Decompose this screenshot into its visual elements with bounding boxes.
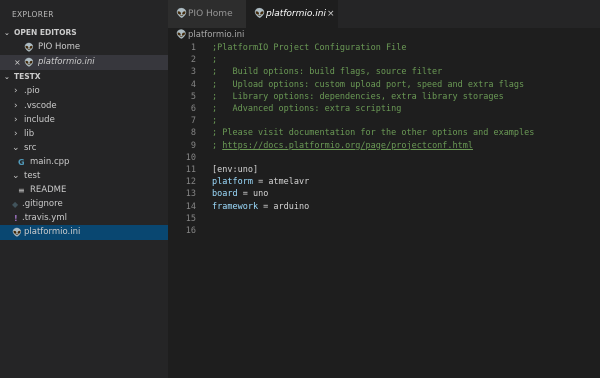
tree-item-test[interactable]: ⌄ test bbox=[0, 169, 168, 184]
line-number: 10 bbox=[185, 152, 196, 163]
config-value: atmelavr bbox=[268, 177, 310, 188]
chevron-right-icon: › bbox=[14, 129, 18, 139]
code-line: ; Library options: dependencies, extra l… bbox=[212, 91, 504, 102]
code-line: ; Advanced options: extra scripting bbox=[212, 104, 402, 114]
tree-item-lib[interactable]: › lib bbox=[0, 127, 168, 142]
line-number: 5 bbox=[190, 91, 196, 102]
tree-item-pio[interactable]: › .pio bbox=[0, 84, 168, 99]
open-editor-pio-home[interactable]: 👽 PIO Home bbox=[0, 40, 168, 55]
platformio-icon: 👽 bbox=[24, 58, 34, 67]
tree-item-readme[interactable]: ≡ README bbox=[0, 183, 168, 198]
tree-item-vscode[interactable]: › .vscode bbox=[0, 99, 168, 114]
readme-file-icon: ≡ bbox=[18, 186, 25, 195]
open-editors-header[interactable]: ⌄ OPEN EDITORS bbox=[0, 27, 168, 39]
platformio-icon: 👽 bbox=[12, 228, 22, 237]
chevron-down-icon: ⌄ bbox=[4, 73, 10, 81]
editor-tab-bar: 👽 PIO Home 👽 platformio.ini × bbox=[168, 0, 600, 28]
code-line: ; Build options: build flags, source fil… bbox=[212, 67, 443, 78]
chevron-right-icon: › bbox=[14, 101, 18, 111]
platformio-icon: 👽 bbox=[24, 43, 34, 52]
yml-file-icon: ! bbox=[14, 214, 18, 223]
line-number: 7 bbox=[190, 116, 196, 127]
tab-pio-home[interactable]: 👽 PIO Home bbox=[168, 0, 246, 28]
close-icon[interactable]: × bbox=[327, 0, 335, 28]
code-line: ; Please visit documentation for the oth… bbox=[212, 128, 535, 139]
platformio-icon: 👽 bbox=[176, 9, 188, 19]
code-line: ; Upload options: custom upload port, sp… bbox=[212, 79, 525, 90]
line-number: 14 bbox=[185, 201, 196, 212]
code-editor[interactable]: 1 2 3 4 5 6 7 8 9 10 11 12 13 14 15 16 ;… bbox=[168, 42, 600, 378]
tree-item-travis-yml[interactable]: ! .travis.yml bbox=[0, 211, 168, 226]
config-value: arduino bbox=[273, 201, 310, 212]
line-number: 1 bbox=[190, 43, 196, 53]
config-key: platform bbox=[212, 177, 253, 188]
close-icon[interactable]: × bbox=[14, 55, 21, 70]
code-line: ; bbox=[212, 55, 218, 66]
project-header[interactable]: ⌄ TESTX bbox=[0, 71, 168, 83]
code-line: ; bbox=[212, 116, 218, 127]
docs-link[interactable]: https://docs.platformio.org/page/project… bbox=[222, 141, 473, 151]
code-line: ;PlatformIO Project Configuration File bbox=[212, 43, 407, 53]
line-number: 9 bbox=[190, 140, 196, 151]
chevron-right-icon: › bbox=[14, 86, 18, 96]
breadcrumb[interactable]: 👽 platformio.ini bbox=[168, 28, 600, 42]
tree-item-include[interactable]: › include bbox=[0, 113, 168, 128]
line-number: 3 bbox=[190, 67, 196, 78]
tree-item-main-cpp[interactable]: G main.cpp bbox=[0, 155, 168, 170]
code-line: framework = arduino bbox=[212, 201, 310, 212]
section-header: [env:uno] bbox=[212, 165, 259, 175]
tab-platformio-ini[interactable]: 👽 platformio.ini × bbox=[246, 0, 338, 28]
config-key: board bbox=[212, 189, 238, 200]
line-number: 15 bbox=[185, 213, 196, 224]
git-file-icon: ◆ bbox=[12, 200, 19, 209]
open-editor-platformio-ini[interactable]: × 👽 platformio.ini bbox=[0, 55, 168, 70]
explorer-sidebar: EXPLORER ⌄ OPEN EDITORS 👽 PIO Home × 👽 p… bbox=[0, 0, 168, 378]
line-number: 8 bbox=[190, 128, 196, 139]
code-line: ; https://docs.platformio.org/page/proje… bbox=[212, 140, 473, 152]
line-number: 4 bbox=[190, 79, 196, 90]
config-value: uno bbox=[252, 189, 269, 200]
config-key: framework bbox=[212, 201, 259, 212]
tree-item-src[interactable]: ⌄ src bbox=[0, 141, 168, 156]
tree-item-platformio-ini[interactable]: 👽 platformio.ini bbox=[0, 225, 168, 240]
explorer-title: EXPLORER bbox=[12, 10, 54, 19]
code-line: platform = atmelavr bbox=[212, 177, 310, 188]
platformio-icon: 👽 bbox=[254, 9, 266, 19]
chevron-right-icon: › bbox=[14, 115, 18, 125]
chevron-down-icon: ⌄ bbox=[12, 171, 20, 181]
chevron-down-icon: ⌄ bbox=[12, 143, 20, 153]
code-line: board = uno bbox=[212, 189, 269, 200]
line-number: 16 bbox=[185, 226, 196, 236]
tree-item-gitignore[interactable]: ◆ .gitignore bbox=[0, 197, 168, 212]
chevron-down-icon: ⌄ bbox=[4, 29, 10, 37]
line-number: 12 bbox=[185, 177, 196, 188]
cpp-file-icon: G bbox=[18, 158, 25, 167]
line-number: 2 bbox=[190, 55, 196, 66]
line-number: 6 bbox=[190, 104, 196, 114]
platformio-icon: 👽 bbox=[176, 30, 187, 40]
comment-prefix: ; bbox=[212, 140, 223, 151]
line-number: 13 bbox=[185, 189, 196, 200]
line-number: 11 bbox=[185, 165, 196, 175]
